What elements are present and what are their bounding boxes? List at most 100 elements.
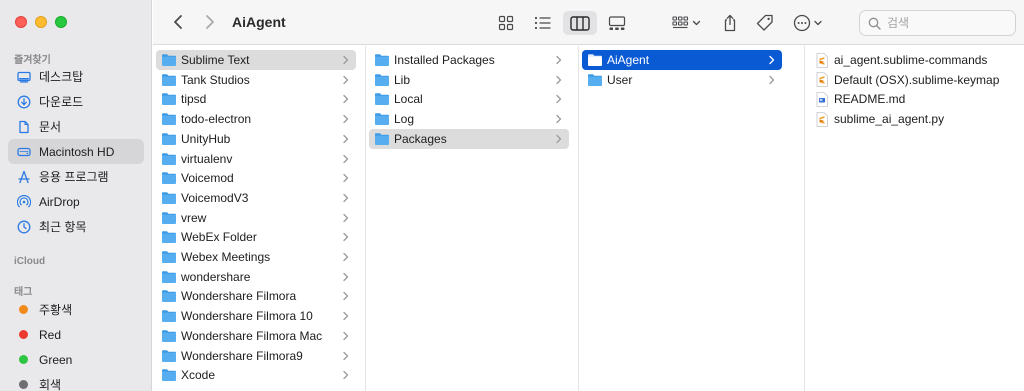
column-3[interactable]: AiAgent User — [579, 46, 805, 391]
sidebar-item-label: 데스크탑 — [39, 70, 84, 84]
chevron-right-icon — [343, 233, 349, 242]
sidebar-item-documents[interactable]: 문서 — [8, 114, 144, 139]
sidebar-tag-gray[interactable]: 회색 — [8, 372, 144, 391]
folder-row[interactable]: todo-electron — [156, 109, 356, 129]
folder-row[interactable]: Log — [369, 109, 569, 129]
folder-row[interactable]: UnityHub — [156, 129, 356, 149]
file-name: README.md — [834, 92, 906, 107]
folder-icon — [588, 54, 602, 66]
column-4[interactable]: ai_agent.sublime-commands Default (OSX).s… — [805, 46, 1024, 391]
download-icon — [17, 95, 31, 109]
tag-icon — [756, 14, 773, 31]
folder-row[interactable]: wondershare — [156, 267, 356, 287]
chevron-right-icon — [556, 114, 562, 124]
minimize-window-button[interactable] — [35, 16, 47, 28]
sidebar-tag-red[interactable]: Red — [8, 322, 144, 347]
tag-button[interactable] — [753, 11, 777, 35]
folder-row[interactable]: Sublime Text — [156, 50, 356, 70]
folder-row[interactable]: tipsd — [156, 89, 356, 109]
sidebar-item-label: 회색 — [39, 378, 62, 391]
folder-row[interactable]: VoicemodV3 — [156, 188, 356, 208]
sidebar-item-applications[interactable]: 응용 프로그램 — [8, 164, 144, 189]
column-2[interactable]: Installed Packages Lib Local Log Packages — [366, 46, 579, 391]
folder-name: Wondershare Filmora 10 — [181, 309, 313, 324]
file-row[interactable]: sublime_ai_agent.py — [808, 109, 1013, 129]
folder-icon — [588, 73, 602, 86]
folder-row[interactable]: Voicemod — [156, 168, 356, 188]
folder-row[interactable]: Packages — [369, 128, 569, 149]
chevron-right-icon — [769, 55, 775, 65]
group-by-button[interactable] — [670, 11, 704, 35]
folder-name: tipsd — [181, 92, 207, 107]
sidebar-tag-orange[interactable]: 주황색 — [8, 297, 144, 322]
file-row[interactable]: Default (OSX).sublime-keymap — [808, 70, 1013, 90]
column-view-button[interactable] — [563, 11, 597, 35]
sidebar-item-label: AirDrop — [39, 194, 80, 209]
folder-row[interactable]: AiAgent — [582, 50, 782, 70]
folder-row[interactable]: virtualenv — [156, 149, 356, 169]
back-button[interactable] — [168, 12, 188, 32]
chevron-right-icon — [206, 15, 214, 29]
chevron-right-icon — [556, 134, 562, 143]
gallery-view-button[interactable] — [605, 11, 629, 35]
sidebar-tag-green[interactable]: Green — [8, 347, 144, 372]
folder-row[interactable]: Installed Packages — [369, 50, 569, 70]
folder-row[interactable]: vrew — [156, 208, 356, 228]
close-window-button[interactable] — [15, 16, 27, 28]
more-actions-button[interactable] — [791, 11, 827, 35]
search-field[interactable] — [859, 10, 1016, 36]
airdrop-icon — [17, 194, 31, 209]
sidebar-item-airdrop[interactable]: AirDrop — [8, 189, 144, 214]
sidebar-item-label: 다운로드 — [39, 95, 84, 109]
search-icon — [868, 17, 881, 30]
folder-row[interactable]: Wondershare Filmora9 — [156, 346, 356, 366]
sublime-file-icon — [816, 72, 828, 88]
sidebar-item-desktop[interactable]: 데스크탑 — [8, 64, 144, 89]
folder-row[interactable]: Tank Studios — [156, 70, 356, 90]
folder-row[interactable]: Lib — [369, 70, 569, 90]
sidebar-item-macintosh-hd[interactable]: Macintosh HD — [8, 139, 144, 164]
gallery-icon — [608, 15, 626, 30]
column-1[interactable]: Sublime Text Tank Studios tipsd todo-electr… — [153, 46, 366, 391]
folder-icon — [162, 132, 176, 145]
folder-icon — [162, 310, 176, 323]
forward-button[interactable] — [200, 12, 220, 32]
folder-row[interactable]: WebEx Folder — [156, 227, 356, 247]
folder-name: VoicemodV3 — [181, 190, 249, 205]
folder-name: Local — [394, 92, 423, 107]
folder-row[interactable]: Wondershare Filmora — [156, 286, 356, 306]
sublime-file-icon — [816, 52, 828, 68]
toolbar: AiAgent — [153, 0, 1024, 45]
folder-name: User — [607, 72, 633, 87]
columns-icon — [570, 15, 590, 31]
share-button[interactable] — [719, 11, 741, 35]
folder-name: Packages — [394, 131, 447, 146]
folder-row[interactable]: Wondershare Filmora Mac — [156, 326, 356, 346]
icon-view-button[interactable] — [495, 11, 517, 35]
list-view-button[interactable] — [531, 11, 555, 35]
search-input[interactable] — [887, 16, 1007, 30]
document-icon — [17, 120, 31, 134]
file-row[interactable]: ai_agent.sublime-commands — [808, 50, 1013, 70]
chevron-right-icon — [343, 213, 349, 222]
folder-name: Installed Packages — [394, 53, 495, 67]
sidebar: 즐겨찾기 데스크탑 다운로드 문서 Macintosh HD 응용 프로그램 A… — [0, 0, 152, 391]
folder-row[interactable]: Xcode — [156, 365, 356, 385]
folder-row[interactable]: Local — [369, 89, 569, 109]
file-row[interactable]: README.md — [808, 89, 1013, 109]
folder-icon — [162, 329, 176, 342]
chevron-right-icon — [556, 55, 562, 65]
folder-row[interactable]: Webex Meetings — [156, 247, 356, 267]
folder-icon — [375, 54, 389, 66]
sidebar-item-label: Macintosh HD — [39, 144, 115, 159]
folder-icon — [162, 270, 176, 283]
chevron-right-icon — [343, 55, 349, 65]
folder-row[interactable]: Wondershare Filmora 10 — [156, 306, 356, 326]
folder-row[interactable]: User — [582, 70, 782, 90]
window-controls — [15, 16, 67, 28]
sidebar-item-downloads[interactable]: 다운로드 — [8, 89, 144, 114]
grid-icon — [498, 15, 514, 31]
folder-name: Tank Studios — [181, 72, 250, 87]
sidebar-item-recents[interactable]: 최근 항목 — [8, 214, 144, 239]
zoom-window-button[interactable] — [55, 16, 67, 28]
